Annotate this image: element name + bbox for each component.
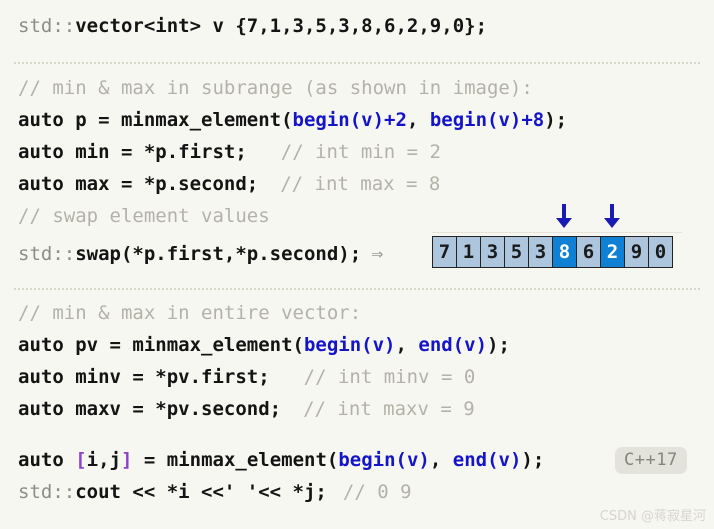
code-illustration-page: std::vector<int> v {7,1,3,5,3,8,6,2,9,0}…: [0, 0, 714, 529]
vector-cell: 7: [433, 237, 456, 267]
figure-top-rule: [432, 232, 682, 233]
sb-left-bracket: [: [75, 449, 87, 471]
sb-arg-sep: ,: [429, 449, 453, 471]
code-line-minv: auto minv = *pv.first; // int minv = 0: [18, 367, 475, 387]
divider-top: [14, 62, 700, 65]
sb-names: i,j: [86, 449, 121, 471]
vector-cell: 3: [529, 237, 552, 267]
pv-arg-sep: ,: [395, 334, 419, 356]
min-comment: // int min = 2: [280, 141, 441, 163]
p-decl-tail: );: [544, 109, 568, 131]
vector-visualization: 7135386290: [432, 203, 682, 275]
divider-middle: [14, 288, 700, 291]
vector-cell: 8: [553, 237, 576, 267]
pv-decl-tail: );: [487, 334, 510, 356]
declare-rest: vector<int> v {7,1,3,5,3,8,6,2,9,0};: [75, 15, 488, 37]
sb-right-bracket: ]: [120, 449, 133, 471]
comment-swap-text: // swap element values: [18, 205, 270, 227]
pv-arg-begin: begin(v): [303, 334, 396, 356]
pv-decl-head: auto pv = minmax_element(: [18, 334, 304, 356]
code-line-swap: std::swap(*p.first,*p.second); ⇒: [18, 243, 383, 264]
code-line-structured-binding: auto [i,j] = minmax_element(begin(v), en…: [18, 450, 544, 470]
swap-namespace-prefix: std::: [18, 243, 76, 265]
comment-subrange: // min & max in subrange (as shown in im…: [18, 78, 533, 98]
vector-cell: 0: [649, 237, 672, 267]
code-line-pv: auto pv = minmax_element(begin(v), end(v…: [18, 335, 510, 355]
max-code: auto max = *p.second;: [18, 173, 259, 195]
cout-comment: // 0 9: [342, 481, 412, 503]
code-line-min: auto min = *p.first; // int min = 2: [18, 142, 441, 162]
swap-rest: swap(*p.first,*p.second);: [75, 243, 362, 265]
vector-cell: 5: [505, 237, 528, 267]
code-line-cout: std::cout << *i <<' '<< *j; // 0 9: [18, 482, 412, 502]
minv-code: auto minv = *pv.first;: [18, 366, 270, 388]
code-line-max: auto max = *p.second; // int max = 8: [18, 174, 440, 194]
vector-cell: 1: [457, 237, 480, 267]
vector-cell: 3: [481, 237, 504, 267]
namespace-prefix: std::: [18, 15, 76, 37]
cout-rest: cout << *i <<' '<< *j;: [75, 481, 327, 503]
pv-arg-end: end(v): [418, 334, 488, 356]
vector-cell: 2: [601, 237, 624, 267]
p-arg-begin-plus8: begin(v)+8: [429, 109, 545, 131]
maxv-comment: // int maxv = 9: [303, 398, 475, 420]
comment-swap: // swap element values: [18, 206, 270, 226]
comment-entire: // min & max in entire vector:: [18, 303, 361, 323]
vector-cells: 7135386290: [432, 236, 673, 268]
code-line-p: auto p = minmax_element(begin(v)+2, begi…: [18, 110, 567, 130]
code-line-declare: std::vector<int> v {7,1,3,5,3,8,6,2,9,0}…: [18, 16, 487, 36]
cpp17-standard-badge: C++17: [615, 447, 687, 474]
max-comment: // int max = 8: [280, 173, 441, 195]
comment-entire-text: // min & max in entire vector:: [18, 302, 362, 324]
minv-comment: // int minv = 0: [303, 366, 476, 388]
min-code: auto min = *p.first;: [18, 141, 247, 163]
sb-call-tail: );: [521, 449, 545, 471]
sb-call-head: = minmax_element(: [132, 449, 339, 471]
arrow-row: [432, 203, 682, 229]
maxv-code: auto maxv = *pv.second;: [18, 398, 282, 420]
implies-arrow-icon: ⇒: [371, 241, 384, 265]
sb-arg-end: end(v): [452, 449, 522, 471]
sb-auto: auto: [18, 449, 76, 471]
csdn-watermark: CSDN @蒋寂星河: [599, 509, 706, 524]
vector-cell: 9: [625, 237, 648, 267]
down-arrow-icon-min: [556, 204, 572, 228]
code-line-maxv: auto maxv = *pv.second; // int maxv = 9: [18, 399, 475, 419]
p-arg-sep: ,: [406, 109, 430, 131]
p-arg-begin-plus2: begin(v)+2: [292, 109, 407, 131]
cout-namespace-prefix: std::: [18, 481, 76, 503]
p-decl-head: auto p = minmax_element(: [18, 109, 293, 131]
comment-subrange-text: // min & max in subrange (as shown in im…: [18, 77, 533, 99]
down-arrow-icon-max: [604, 204, 620, 228]
vector-cell: 6: [577, 237, 600, 267]
sb-arg-begin: begin(v): [338, 449, 430, 471]
